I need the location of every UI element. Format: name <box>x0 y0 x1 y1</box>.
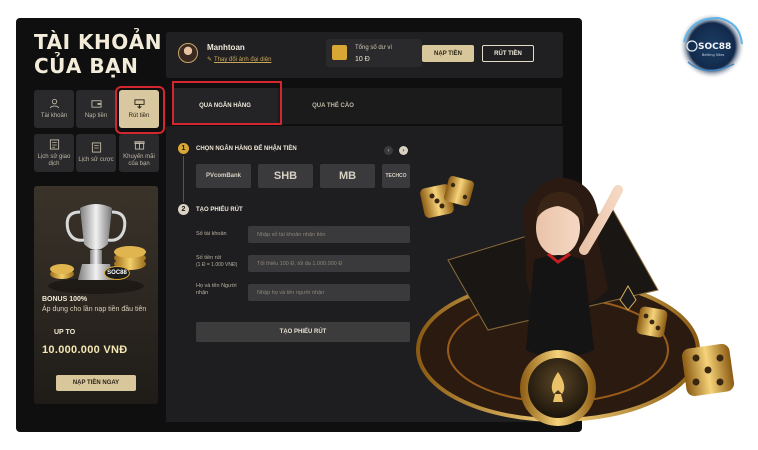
highlight-frame <box>172 81 282 125</box>
amount-label-text: Số tiền rút <box>196 255 222 261</box>
highlight-frame <box>115 86 165 134</box>
balance-label: Tổng số dư ví <box>355 45 393 51</box>
menu-label: Tài khoản <box>40 113 68 119</box>
account-number-label: Số tài khoản <box>196 231 227 237</box>
page-title: TÀI KHOẢN CỦA BẠN <box>34 30 164 78</box>
recipient-name-label: Họ và tên Người nhận <box>196 283 237 296</box>
recipient-name-input[interactable]: Nhập họ và tên người nhận <box>248 284 410 301</box>
promo-card: SOC88 BONUS 100% Áp dụng cho lần nạp tiề… <box>34 186 158 404</box>
history-icon <box>49 138 59 150</box>
amount-rate-note: (1 Đ = 1.000 VNĐ) <box>196 262 238 268</box>
wallet-icon <box>90 100 102 108</box>
menu-label: Lịch sử cược <box>78 157 114 163</box>
hero-casino-illustration <box>416 175 735 426</box>
step-2-badge: 2 <box>178 204 189 215</box>
bet-history-icon <box>91 142 101 153</box>
wallet-icon <box>332 45 347 60</box>
wallet-balance: Tổng số dư ví 10 Đ <box>326 39 422 67</box>
next-arrow-icon[interactable]: › <box>399 146 408 155</box>
deposit-button[interactable]: NẠP TIỀN <box>422 45 474 62</box>
page-title-line2: CỦA BẠN <box>34 54 139 78</box>
amount-input[interactable]: Tối thiểu 100 Đ, tối đa 1.000.000 Đ <box>248 255 410 272</box>
bank-option-techcombank[interactable]: TECHCO <box>382 164 410 188</box>
gift-icon <box>133 140 145 150</box>
avatar[interactable] <box>178 43 198 63</box>
user-icon <box>49 99 59 109</box>
select-bank-title: CHỌN NGÂN HÀNG ĐỂ NHẬN TIỀN <box>196 146 297 152</box>
brand-name: SOC88 <box>698 42 731 52</box>
brand-tagline: Betting Sites <box>702 53 725 57</box>
account-number-input[interactable]: Nhập số tài khoản nhận tiền <box>248 226 410 243</box>
menu-label: Nạp tiền <box>84 113 108 119</box>
promo-upto: UP TO <box>54 329 76 336</box>
prev-arrow-icon[interactable]: ‹ <box>384 146 393 155</box>
menu-tab-account[interactable]: Tài khoản <box>34 90 74 128</box>
bank-option-pvcombank[interactable]: PVcomBank <box>196 164 251 188</box>
menu-tab-deposit[interactable]: Nạp tiền <box>76 90 116 128</box>
menu-tab-promotions[interactable]: Khuyến mãi của bạn <box>119 134 159 172</box>
trophy-icon <box>48 204 146 294</box>
menu-label: Khuyến mãi của bạn <box>123 153 155 167</box>
bank-option-shb[interactable]: SHB <box>258 164 313 188</box>
user-header: Manhtoan ✎ Thay đổi ảnh đại diện Tổng số … <box>166 32 563 78</box>
change-avatar-label: Thay đổi ảnh đại diện <box>214 57 272 63</box>
step-1-badge: 1 <box>178 143 189 154</box>
edit-icon: ✎ <box>207 57 213 63</box>
username: Manhtoan <box>207 43 245 52</box>
promo-amount: 10.000.000 VNĐ <box>42 344 128 356</box>
menu-label: Lịch sử giao dịch <box>37 153 71 167</box>
promo-title: BONUS 100% <box>42 296 88 303</box>
promo-badge: SOC88 <box>104 266 130 280</box>
amount-label: Số tiền rút (1 Đ = 1.000 VNĐ) <box>196 255 246 269</box>
deposit-now-button[interactable]: NẠP TIỀN NGAY <box>56 375 136 391</box>
brand-logo: SOC88 Betting Sites <box>679 13 745 79</box>
page-title-line1: TÀI KHOẢN <box>34 30 162 54</box>
menu-tab-bet-history[interactable]: Lịch sử cược <box>76 134 116 172</box>
tab-card[interactable]: QUA THẺ CÀO <box>278 88 388 124</box>
menu-tab-transaction-history[interactable]: Lịch sử giao dịch <box>34 134 74 172</box>
promo-description: Áp dụng cho lần nạp tiền đầu tiên <box>42 306 147 313</box>
withdraw-button[interactable]: RÚT TIỀN <box>482 45 534 62</box>
bank-option-mb[interactable]: MB <box>320 164 375 188</box>
balance-value: 10 Đ <box>355 56 370 63</box>
create-slip-title: TẠO PHIẾU RÚT <box>196 207 243 213</box>
change-avatar-link[interactable]: ✎ Thay đổi ảnh đại diện <box>207 56 271 63</box>
step-connector <box>183 156 184 202</box>
create-slip-button[interactable]: TẠO PHIẾU RÚT <box>196 322 410 342</box>
